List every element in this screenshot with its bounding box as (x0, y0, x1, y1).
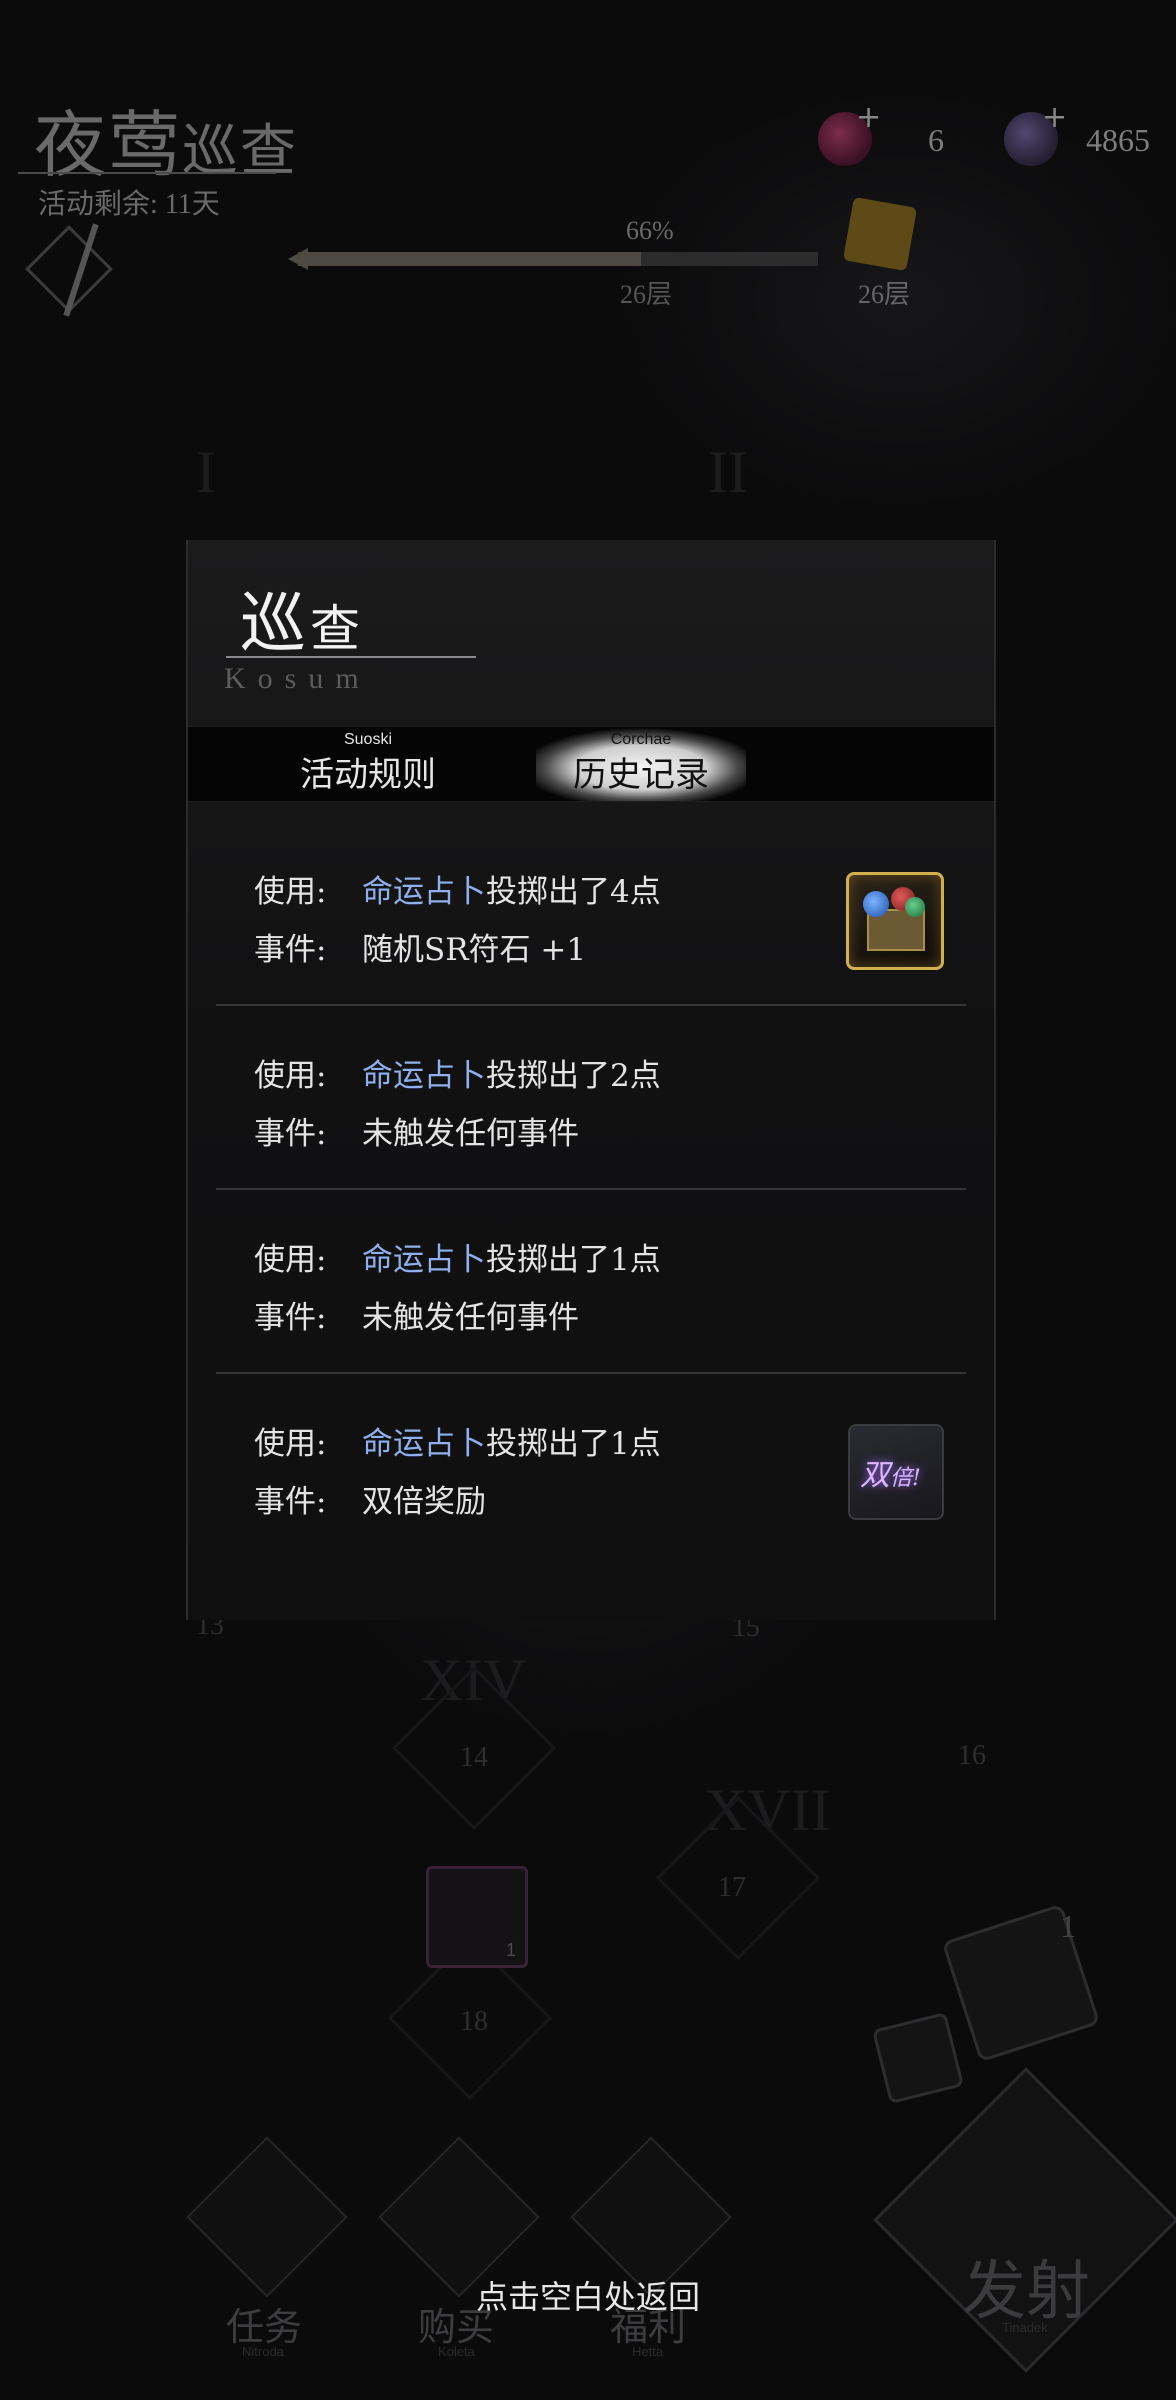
target-layer: 26层 (858, 280, 911, 309)
progress-percent: 66% (626, 216, 674, 245)
map-node-roman: II (708, 439, 748, 505)
use-label: 使用: (254, 1058, 327, 1094)
dialog-title-main: 巡 (240, 585, 310, 662)
purple-crystal-count: 4865 (1086, 122, 1150, 158)
history-record: 使用: 命运占卜投掷出了4点 事件: 随机SR符石 +1 (216, 822, 966, 1006)
dialog-tabs: Suoski 活动规则 Corchae 历史记录 (188, 726, 994, 802)
history-record: 使用: 命运占卜投掷出了1点 事件: 双倍奖励 双倍! (216, 1374, 966, 1556)
tap-blank-to-return[interactable]: 点击空白处返回 (0, 2272, 1176, 2318)
add-pink-crystal-icon[interactable]: + (856, 100, 881, 135)
event-title: 夜莺巡查 (34, 86, 298, 191)
dialog-subtitle: Kosum (224, 662, 371, 695)
dice-count: 1 (1060, 1908, 1076, 1944)
record-event-line: 事件: 随机SR符石 +1 (254, 924, 586, 969)
gem-green-shape (905, 897, 925, 917)
roll-result: 投掷出了1点 (486, 1426, 661, 1462)
dialog-title-sub: 查 (310, 600, 364, 658)
item-name: 命运占卜 (362, 1058, 486, 1094)
event-label: 事件: (254, 932, 327, 968)
event-label: 事件: (254, 1116, 327, 1152)
patrol-dialog: 巡查 Kosum Suoski 活动规则 Corchae 历史记录 使用: 命运占… (186, 540, 996, 1620)
tasks-sub: Nitroda (242, 2344, 284, 2359)
record-event-line: 事件: 双倍奖励 (254, 1476, 486, 1521)
roll-result: 投掷出了1点 (486, 1242, 661, 1278)
tab-history[interactable]: Corchae 历史记录 (536, 727, 746, 801)
dice-card-count: 1 (506, 1940, 517, 1960)
tab-rules-label: 活动规则 (300, 755, 436, 795)
item-name: 命运占卜 (362, 1426, 486, 1462)
use-label: 使用: (254, 874, 327, 910)
double-reward-char: 双 (860, 1458, 890, 1493)
record-use-line: 使用: 命运占卜投掷出了1点 (254, 1234, 661, 1279)
dialog-title: 巡查 (240, 570, 364, 666)
reward-cube-icon[interactable] (842, 196, 918, 272)
chest-icon[interactable] (846, 872, 944, 970)
double-reward-char2: 倍! (890, 1466, 921, 1491)
map-node-number: 14 (460, 1742, 488, 1773)
record-use-line: 使用: 命运占卜投掷出了4点 (254, 866, 661, 911)
event-title-sub: 巡查 (182, 119, 299, 184)
add-purple-crystal-icon[interactable]: + (1042, 100, 1067, 135)
roll-result: 投掷出了2点 (486, 1058, 661, 1094)
use-label: 使用: (254, 1426, 327, 1462)
layer-progress-fill (298, 252, 642, 266)
event-label: 事件: (254, 1300, 327, 1336)
use-label: 使用: (254, 1242, 327, 1278)
record-event-line: 事件: 未触发任何事件 (254, 1108, 579, 1153)
record-use-line: 使用: 命运占卜投掷出了1点 (254, 1418, 661, 1463)
history-record: 使用: 命运占卜投掷出了1点 事件: 未触发任何事件 (216, 1190, 966, 1374)
map-node-number: 18 (460, 2006, 488, 2037)
event-text: 双倍奖励 (362, 1484, 486, 1520)
tab-rules[interactable]: Suoski 活动规则 (258, 727, 478, 801)
event-label: 事件: (254, 1484, 327, 1520)
remaining-time: 活动剩余: 11天 (38, 189, 220, 220)
map-node-roman: I (196, 439, 216, 505)
pink-crystal-count: 6 (928, 122, 944, 158)
gem-blue-shape (863, 891, 889, 917)
history-record: 使用: 命运占卜投掷出了2点 事件: 未触发任何事件 (216, 1006, 966, 1190)
item-name: 命运占卜 (362, 1242, 486, 1278)
record-use-line: 使用: 命运占卜投掷出了2点 (254, 1050, 661, 1095)
current-layer: 26层 (620, 280, 673, 309)
tab-history-label: 历史记录 (573, 755, 709, 795)
event-text: 未触发任何事件 (362, 1300, 579, 1336)
layer-progress-bar (298, 252, 818, 266)
roll-result: 投掷出了4点 (486, 874, 661, 910)
history-list: 使用: 命运占卜投掷出了4点 事件: 随机SR符石 +1 使用: 命运占卜投掷出了2点… (216, 822, 966, 1556)
event-text: 未触发任何事件 (362, 1116, 579, 1152)
title-divider (18, 172, 276, 174)
record-event-line: 事件: 未触发任何事件 (254, 1292, 579, 1337)
event-text: 随机SR符石 +1 (362, 932, 587, 968)
shop-sub: Koleta (438, 2344, 475, 2359)
welfare-sub: Hetta (632, 2344, 664, 2359)
map-node-number: 17 (718, 1872, 746, 1903)
map-node-number: 16 (958, 1740, 986, 1771)
double-reward-icon[interactable]: 双倍! (848, 1424, 944, 1520)
event-title-main: 夜莺 (34, 103, 183, 187)
item-name: 命运占卜 (362, 874, 486, 910)
fire-sub: Tinadek (1002, 2320, 1048, 2335)
dialog-title-divider (226, 656, 476, 658)
double-reward-badge: 双倍! (860, 1450, 921, 1494)
